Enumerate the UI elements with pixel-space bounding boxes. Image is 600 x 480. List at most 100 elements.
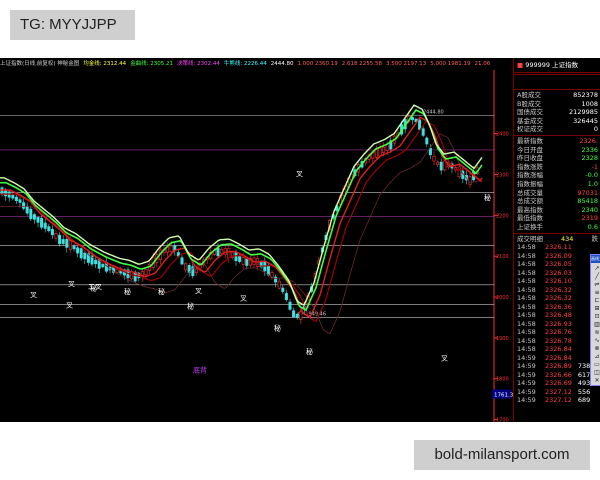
candle-body [144,268,148,276]
stat-row: 总成交量 97031 [514,189,600,198]
candle-body [245,258,249,266]
tick-time: 14:58 [517,311,536,320]
tick-time: 14:58 [517,243,536,252]
candle-body [50,229,54,236]
stat-row: 基金成交 326445 [514,117,600,126]
draw-tool-icon[interactable]: ⊏ [592,297,600,305]
tick-price: 2326.84 [545,345,572,354]
signal-marker: 秘 [187,301,194,310]
candle-body [457,166,461,177]
draw-tool-icon[interactable]: ✕ [592,377,600,385]
candle-body [18,199,22,203]
tick-time: 14:58 [517,268,536,277]
candle-body [29,208,33,220]
draw-tool-icon[interactable]: ▭ [592,361,600,369]
watermark-bottom: bold-milansport.com [414,440,590,470]
drawing-toolbox[interactable]: 画线工具 ↗╱⇌≡⊏⊞⊡▥≋∿⊗⊿▭◫✕ [590,254,600,386]
draw-tool-icon[interactable]: ↗ [592,265,600,273]
draw-tool-icon[interactable]: ≋ [592,329,600,337]
stat-label: B股成交 [517,99,541,108]
stat-row: B股成交 1008 [514,100,600,109]
tick-row: 14:59 2326.89 7382 [514,362,600,371]
quote-header[interactable]: ■ 999999 上证指数 [514,58,600,73]
tick-time: 14:59 [517,379,536,388]
stat-row: 指数振幅 1.0 [514,180,600,189]
tick-row: 14:59 2326.84 [514,354,600,363]
stat-label: 最低指数 [517,214,543,223]
candle-body [0,187,4,195]
candle-body [277,280,281,289]
stat-value: -1 [591,162,598,171]
indicator-item: 牛熊线: 2226.44 [223,61,267,67]
stat-row: A股成交 852378 [514,91,600,100]
candle-body [32,214,36,220]
price-axis-label: 1900 [496,336,509,342]
candle-body [61,239,65,244]
draw-tool-icon[interactable]: ▥ [592,321,600,329]
tick-price: 2326.32 [545,285,572,294]
candle-body [234,252,238,262]
stat-row: 上证换手 0.6 [514,223,600,232]
signal-marker: 叉 [296,170,303,178]
tick-list[interactable]: 14:58 2326.11 14:58 2326.09 14:58 2326.05 14:5… [514,243,600,405]
tick-time: 14:59 [517,353,536,362]
draw-tool-icon[interactable]: ⊿ [592,353,600,361]
tick-time: 14:58 [517,285,536,294]
index-code: 999999 [525,61,551,69]
stat-label: 基金成交 [517,116,543,125]
candle-body [436,161,440,165]
draw-tool-icon[interactable]: ≡ [592,289,600,297]
candle-body [241,257,245,266]
tick-price: 2326.36 [545,302,572,311]
tick-time: 14:58 [517,294,536,303]
price-tag-label: 1761.3 [494,393,513,399]
draw-tool-icon[interactable]: ⊞ [592,305,600,313]
candle-body [14,196,18,201]
stat-value: 85418 [577,197,598,206]
indicator-item: 金曲线: 2305.21 [130,61,174,67]
tick-row: 14:58 2326.93 [514,320,600,329]
stat-value: 1008 [581,99,598,108]
draw-tool-icon[interactable]: ◫ [592,369,600,377]
candle-body [68,240,72,250]
draw-tool-icon[interactable]: ⇌ [592,281,600,289]
stat-value: 2340 [581,205,598,214]
stat-value: 2129985 [569,108,598,117]
tick-price: 2326.03 [545,268,572,277]
candle-body [227,248,231,259]
tick-time: 14:58 [517,302,536,311]
stat-value: 97031 [577,188,598,197]
draw-tool-icon[interactable]: ∿ [592,337,600,345]
tick-time: 14:58 [517,319,536,328]
stat-label: 指数振幅 [517,179,543,188]
signal-marker: 叉 [441,354,448,362]
signal-marker: 秘 [274,324,281,333]
draw-tool-icon[interactable]: ⊗ [592,345,600,353]
indicator-bar: 上证指数(日线,前复权) 神秘金图 均金线: 2312.44 金曲线: 2305.2… [0,58,494,70]
tick-volume: 689 [577,396,591,405]
tick-row: 14:58 2326.76 [514,328,600,337]
ticks-header[interactable]: 成交明细 434 跌 [514,235,600,244]
tick-price: 2326.66 [545,370,572,379]
tick-price: 2326.10 [545,277,572,286]
tick-row: 14:58 2326.36 [514,303,600,312]
tick-row: 14:58 2326.11 [514,243,600,252]
tick-time: 14:59 [517,362,536,371]
tick-time: 14:59 [517,396,536,405]
draw-tool-icon[interactable]: ╱ [592,273,600,281]
tick-row: 14:58 2326.78 [514,337,600,346]
candle-body [292,310,296,318]
stat-label: 指数涨跌 [517,162,543,171]
draw-tool-icon[interactable]: ⊡ [592,313,600,321]
tick-price: 2326.78 [545,336,572,345]
stat-row: 总成交额 85418 [514,197,600,206]
candlestick-chart[interactable]: 240023002200210020001900180017002444.800… [0,58,513,422]
candle-body [79,248,83,259]
tick-row: 14:59 2327.12 689 [514,396,600,405]
indicator-item: 1.000 2360.19 [297,61,338,67]
stat-row: 国债成交 2129985 [514,108,600,117]
candle-body [421,128,425,136]
quote-panel: ■ 999999 上证指数 A股成交 852378 B股成交 1008 国债成交 2129… [513,58,600,422]
candle-body [11,194,15,199]
candle-body [385,144,389,151]
